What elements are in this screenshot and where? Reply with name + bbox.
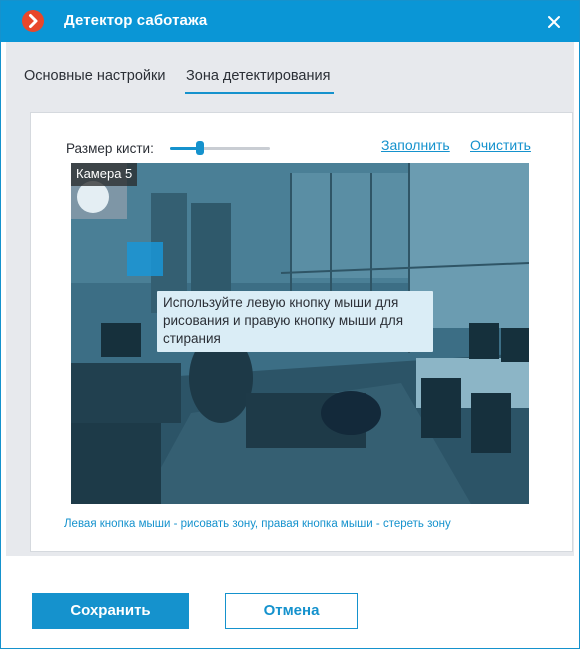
zone-panel: Размер кисти: Заполнить Очистить Камера … — [30, 112, 573, 552]
tab-main-settings[interactable]: Основные настройки — [24, 68, 165, 84]
mouse-hint-text: Левая кнопка мыши - рисовать зону, права… — [64, 518, 451, 530]
camera-view[interactable]: Камера 5 Используйте левую кнопку мыши д… — [71, 163, 529, 504]
tab-detection-zone[interactable]: Зона детектирования — [185, 68, 334, 94]
window-title: Детектор саботажа — [64, 12, 208, 29]
title-bar: Детектор саботажа — [1, 1, 579, 42]
slider-thumb[interactable] — [196, 141, 204, 155]
camera-name-label: Камера 5 — [71, 163, 138, 186]
fill-link[interactable]: Заполнить — [381, 137, 450, 153]
active-tab-indicator — [185, 92, 334, 94]
close-icon — [548, 16, 560, 28]
brush-size-slider[interactable] — [170, 140, 272, 156]
close-button[interactable] — [541, 9, 567, 35]
save-button[interactable]: Сохранить — [32, 593, 189, 629]
tab-detection-zone-label: Зона детектирования — [186, 68, 331, 84]
dialog-content: Основные настройки Зона детектирования Р… — [6, 42, 574, 556]
cancel-button[interactable]: Отмена — [225, 593, 358, 629]
detection-zone-brush-mark — [127, 242, 163, 276]
app-logo-icon — [22, 10, 44, 32]
clear-link[interactable]: Очистить — [470, 137, 531, 153]
drawing-tooltip: Используйте левую кнопку мыши для рисова… — [157, 291, 433, 352]
sabotage-detector-dialog: Детектор саботажа Основные настройки Зон… — [0, 0, 580, 649]
brush-size-label: Размер кисти: — [66, 141, 154, 156]
